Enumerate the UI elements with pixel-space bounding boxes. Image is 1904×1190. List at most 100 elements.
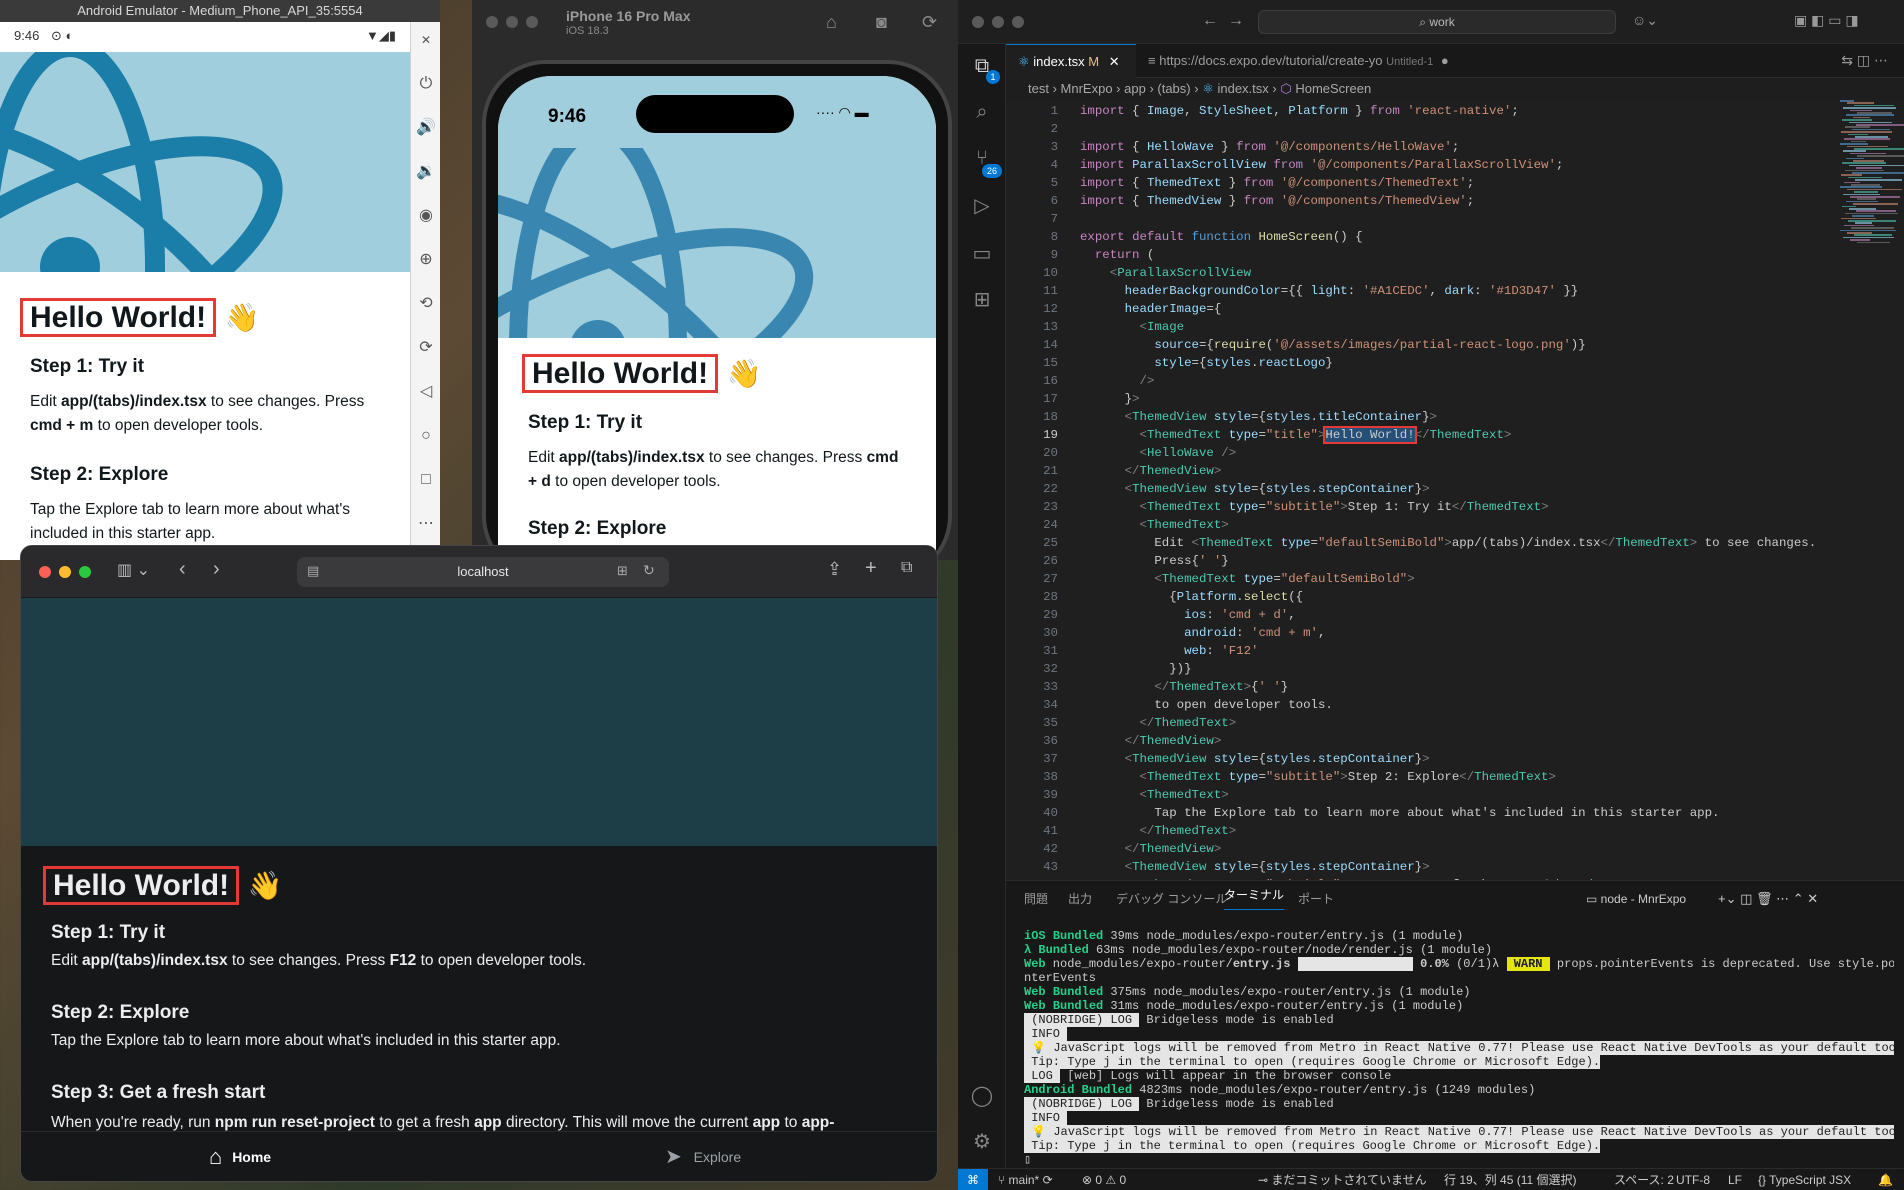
more-icon[interactable]: ⋯	[414, 512, 438, 536]
code-line[interactable]: <ThemedView style={styles.stepContainer}…	[1080, 752, 1430, 766]
code-line[interactable]: <ThemedText type="title">Hello World!</T…	[1080, 426, 1511, 444]
code-line[interactable]: <ThemedText type="subtitle">Step 2: Expl…	[1080, 770, 1556, 784]
editor-actions[interactable]: ⇆ ◫ ⋯	[1841, 52, 1888, 69]
rotate-left-icon[interactable]: ⟲	[414, 292, 438, 316]
code-line[interactable]: }>	[1080, 392, 1140, 406]
tab-terminal[interactable]: ターミナル	[1224, 881, 1285, 910]
terminal-output[interactable]: iOS Bundled 39ms node_modules/expo-route…	[1024, 929, 1894, 1167]
share-icon[interactable]: ⇪	[827, 559, 842, 580]
back-icon[interactable]: ‹	[179, 558, 186, 581]
power-icon[interactable]: ⏻	[414, 72, 438, 96]
window-minimize-button[interactable]	[506, 16, 518, 28]
nav-forward-icon[interactable]: →	[1228, 12, 1244, 30]
terminal-actions[interactable]: +⌄ ◫ 🗑 ⋯ ⌃ ✕	[1718, 881, 1818, 917]
commit-status[interactable]: ⊸ まだコミットされていません	[1258, 1169, 1427, 1190]
code-line[interactable]: <Image	[1080, 320, 1185, 334]
code-line[interactable]: import { ThemedView } from '@/components…	[1080, 194, 1474, 208]
code-line[interactable]: to open developer tools.	[1080, 698, 1332, 712]
account-icon[interactable]: ◯	[970, 1084, 994, 1108]
bell-icon[interactable]: 🔔	[1878, 1169, 1893, 1190]
code-line[interactable]: </ThemedText>	[1080, 716, 1237, 730]
window-zoom-button[interactable]	[1012, 16, 1024, 28]
copilot-icon[interactable]: ☺⌄	[1632, 12, 1658, 29]
run-debug-icon[interactable]: ▷	[970, 194, 994, 218]
sidebar-icon[interactable]: ▥ ⌄	[117, 560, 150, 580]
code-line[interactable]: <ThemedText type="subtitle">Step 1: Try …	[1080, 500, 1549, 514]
code-line[interactable]: <ThemedView style={styles.titleContainer…	[1080, 410, 1437, 424]
code-line[interactable]: source={require('@/assets/images/partial…	[1080, 338, 1585, 352]
code-line[interactable]: Edit <ThemedText type="defaultSemiBold">…	[1080, 536, 1816, 550]
back-icon[interactable]: ◁	[414, 380, 438, 404]
home-icon[interactable]: ○	[414, 424, 438, 448]
volume-down-icon[interactable]: 🔉	[414, 160, 438, 184]
code-line[interactable]: headerImage={	[1080, 302, 1222, 316]
code-line[interactable]: web: 'F12'	[1080, 644, 1258, 658]
layout-icons[interactable]: ▣ ◧ ▭ ◨	[1794, 12, 1859, 29]
indent-status[interactable]: スペース: 2	[1614, 1169, 1674, 1190]
remote-icon[interactable]: ⌘	[958, 1169, 988, 1190]
search-icon[interactable]: ⌕	[970, 100, 994, 124]
camera-icon[interactable]: ◉	[414, 204, 438, 228]
tab-problems[interactable]: 問題	[1024, 881, 1048, 917]
code-line[interactable]: import { Image, StyleSheet, Platform } f…	[1080, 104, 1519, 118]
window-close-button[interactable]	[972, 16, 984, 28]
iphone-screen[interactable]: 9:46 ···· ◠ ▬ Hello World! 👋 Step 1: Try…	[498, 76, 936, 576]
code-line[interactable]: Tap the Explore tab to learn more about …	[1080, 806, 1719, 820]
command-center-search[interactable]: ⌕ work	[1258, 10, 1616, 34]
code-line[interactable]: <ThemedView style={styles.stepContainer}…	[1080, 482, 1430, 496]
window-close-button[interactable]	[39, 566, 51, 578]
window-zoom-button[interactable]	[526, 16, 538, 28]
reload-icon[interactable]: ↻	[643, 562, 655, 579]
code-line[interactable]: style={styles.reactLogo}	[1080, 356, 1332, 370]
web-content[interactable]: Hello World! 👋 Step 1: Try it Edit app/(…	[21, 846, 937, 1136]
volume-up-icon[interactable]: 🔊	[414, 116, 438, 140]
code-line[interactable]: <ThemedText>	[1080, 518, 1229, 532]
gear-icon[interactable]: ⚙	[970, 1130, 994, 1154]
tab-home[interactable]: ⌂ Home	[209, 1144, 271, 1170]
translate-icon[interactable]: ⊞	[617, 563, 628, 579]
window-minimize-button[interactable]	[992, 16, 1004, 28]
code-line[interactable]: Press{' '}	[1080, 554, 1228, 568]
cursor-position[interactable]: 行 19、列 45 (11 個選択)	[1444, 1169, 1576, 1190]
android-screen[interactable]: 9:46 ⊙ ◐ ▼◢▮ Hello World! 👋 Step 1: Try …	[0, 22, 410, 560]
code-line[interactable]: import { ThemedText } from '@/components…	[1080, 176, 1474, 190]
code-line[interactable]: <ThemedView style={styles.stepContainer}…	[1080, 860, 1430, 874]
code-line[interactable]: <ParallaxScrollView	[1080, 266, 1251, 280]
problems-status[interactable]: ⊗ 0 ⚠ 0	[1082, 1169, 1126, 1190]
screenshot-icon[interactable]: ◙	[876, 12, 887, 33]
code-line[interactable]: })}	[1080, 662, 1191, 676]
tab-index-tsx[interactable]: ⚛ index.tsx M ✕	[1006, 44, 1136, 78]
minimap[interactable]	[1836, 100, 1904, 260]
code-line[interactable]: headerBackgroundColor={{ light: '#A1CEDC…	[1080, 284, 1579, 298]
tab-output[interactable]: 出力	[1068, 881, 1092, 917]
code-line[interactable]: import ParallaxScrollView from '@/compon…	[1080, 158, 1563, 172]
extensions-icon[interactable]: ⊞	[970, 288, 994, 312]
window-close-button[interactable]	[486, 16, 498, 28]
code-line[interactable]: {Platform.select({	[1080, 590, 1303, 604]
code-line[interactable]: </ThemedText>	[1080, 824, 1237, 838]
language-status[interactable]: {} TypeScript JSX	[1758, 1169, 1851, 1190]
code-editor[interactable]: 1 import { Image, StyleSheet, Platform } …	[1006, 100, 1904, 880]
new-tab-icon[interactable]: +	[865, 557, 877, 580]
window-zoom-button[interactable]	[79, 566, 91, 578]
home-icon[interactable]: ⌂	[826, 12, 837, 33]
tab-overview-icon[interactable]: ⧉	[901, 559, 912, 577]
code-line[interactable]: </ThemedView>	[1080, 842, 1222, 856]
overview-icon[interactable]: □	[414, 468, 438, 492]
code-line[interactable]: </ThemedView>	[1080, 734, 1222, 748]
close-icon[interactable]: ✕	[1109, 54, 1120, 69]
tab-explore[interactable]: ➤ Explore	[665, 1144, 741, 1169]
window-minimize-button[interactable]	[59, 566, 71, 578]
code-line[interactable]: ios: 'cmd + d',	[1080, 608, 1296, 622]
code-line[interactable]: export default function HomeScreen() {	[1080, 230, 1363, 244]
remote-explorer-icon[interactable]: ▭	[970, 242, 994, 266]
rotate-right-icon[interactable]: ⟳	[414, 336, 438, 360]
tab-debug-console[interactable]: デバッグ コンソール	[1116, 881, 1227, 917]
code-line[interactable]: />	[1080, 374, 1155, 388]
rotate-icon[interactable]: ⟳	[922, 12, 937, 33]
code-line[interactable]: return (	[1080, 248, 1155, 262]
tab-untitled[interactable]: ≡ https://docs.expo.dev/tutorial/create-…	[1136, 44, 1496, 78]
code-line[interactable]: import { HelloWave } from '@/components/…	[1080, 140, 1459, 154]
terminal-selector[interactable]: ▭ node - MnrExpo	[1586, 881, 1686, 917]
forward-icon[interactable]: ›	[213, 558, 220, 581]
